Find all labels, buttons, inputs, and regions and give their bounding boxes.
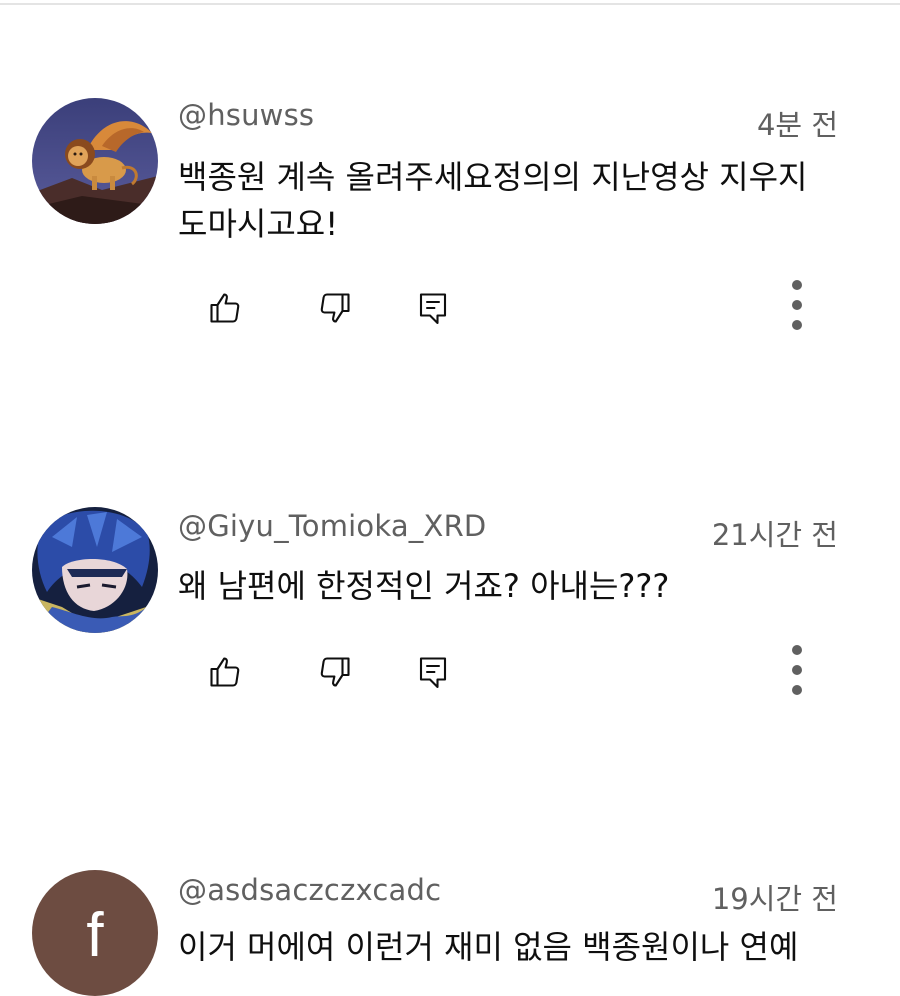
comment-author[interactable]: @Giyu_Tomioka_XRD xyxy=(178,509,486,543)
like-button[interactable] xyxy=(201,648,249,696)
more-vert-icon-dot xyxy=(792,665,802,675)
top-divider xyxy=(0,3,900,5)
avatar[interactable]: f xyxy=(32,870,158,996)
comment-author[interactable]: @hsuwss xyxy=(178,98,314,132)
comment-text-line: 왜 남편에 한정적인 거죠? 아내는??? xyxy=(178,567,670,605)
comment-timestamp: 19시간 전 xyxy=(711,882,838,916)
reply-icon xyxy=(419,657,447,689)
comment-text-line: 이거 머에여 이런거 재미 없음 백종원이나 연예 xyxy=(178,928,799,966)
more-vert-icon-dot xyxy=(792,685,802,695)
winged-lion-avatar-image xyxy=(32,98,158,224)
comment-text: 이거 머에여 이런거 재미 없음 백종원이나 연예 xyxy=(178,924,858,971)
more-vert-icon-dot xyxy=(792,300,802,310)
reply-icon xyxy=(419,293,447,325)
comment-text: 백종원 계속 올려주세요정의의 지난영상 지우지 도마시고요! xyxy=(178,154,858,248)
more-vert-icon xyxy=(792,280,802,290)
letter-avatar-image: f xyxy=(32,870,158,996)
comment-timestamp: 4분 전 xyxy=(756,108,838,142)
comment-author[interactable]: @asdsaczczxcadc xyxy=(178,873,441,907)
dislike-button[interactable] xyxy=(311,284,359,332)
more-vert-icon xyxy=(792,645,802,655)
thumbs-up-icon xyxy=(210,657,240,687)
more-vert-icon-dot xyxy=(792,320,802,330)
more-options-button[interactable] xyxy=(782,280,812,330)
anime-character-avatar-image xyxy=(32,507,158,633)
reply-button[interactable] xyxy=(409,648,457,696)
more-options-button[interactable] xyxy=(782,645,812,695)
comment-timestamp: 21시간 전 xyxy=(711,518,838,552)
comment-text-line: 백종원 계속 올려주세요정의의 지난영상 지우지 xyxy=(178,158,808,196)
thumbs-up-icon xyxy=(210,293,240,323)
avatar[interactable] xyxy=(32,98,158,224)
reply-button[interactable] xyxy=(409,284,457,332)
comment-text-line: 도마시고요! xyxy=(178,205,339,243)
dislike-button[interactable] xyxy=(311,648,359,696)
like-button[interactable] xyxy=(201,284,249,332)
thumbs-down-icon xyxy=(320,657,350,687)
thumbs-down-icon xyxy=(320,293,350,323)
avatar-letter: f xyxy=(86,901,104,970)
avatar[interactable] xyxy=(32,507,158,633)
comment-text: 왜 남편에 한정적인 거죠? 아내는??? xyxy=(178,563,858,610)
